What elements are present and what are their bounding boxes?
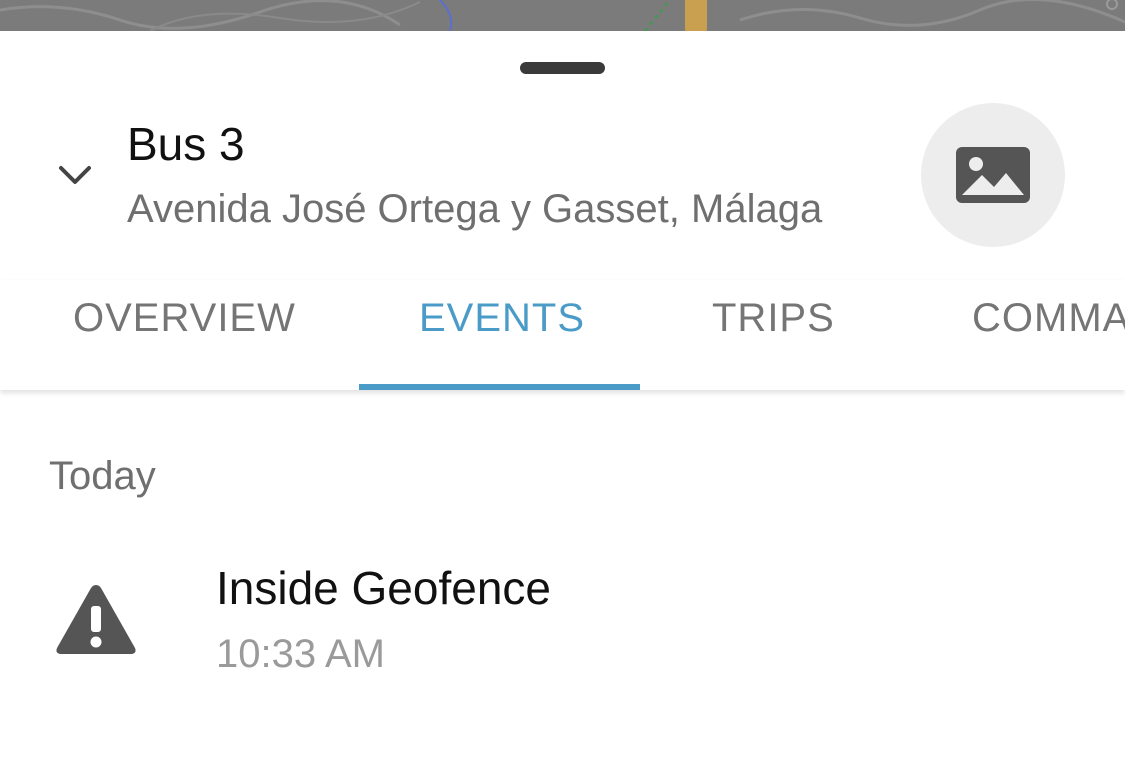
map-view[interactable]: [0, 0, 1125, 31]
tab-events[interactable]: EVENTS: [419, 280, 585, 390]
device-avatar[interactable]: [921, 103, 1065, 247]
tab-overview[interactable]: OVERVIEW: [73, 280, 296, 390]
device-name: Bus 3: [127, 118, 245, 170]
warning-icon: [56, 585, 136, 654]
section-header-today: Today: [49, 454, 156, 498]
event-list-item[interactable]: Inside Geofence 10:33 AM: [0, 540, 1125, 700]
device-address: Avenida José Ortega y Gasset, Málaga: [127, 187, 823, 231]
tab-bar: OVERVIEW EVENTS TRIPS COMMANDS: [0, 280, 1125, 390]
drag-handle[interactable]: [520, 62, 605, 74]
map-roads: [0, 0, 1125, 31]
active-tab-indicator: [359, 384, 640, 390]
chevron-down-icon[interactable]: [55, 155, 95, 195]
tab-trips[interactable]: TRIPS: [712, 280, 835, 390]
event-title: Inside Geofence: [216, 562, 552, 614]
event-time: 10:33 AM: [216, 632, 386, 676]
image-placeholder-icon: [956, 147, 1030, 203]
tab-commands[interactable]: COMMANDS: [972, 280, 1125, 390]
